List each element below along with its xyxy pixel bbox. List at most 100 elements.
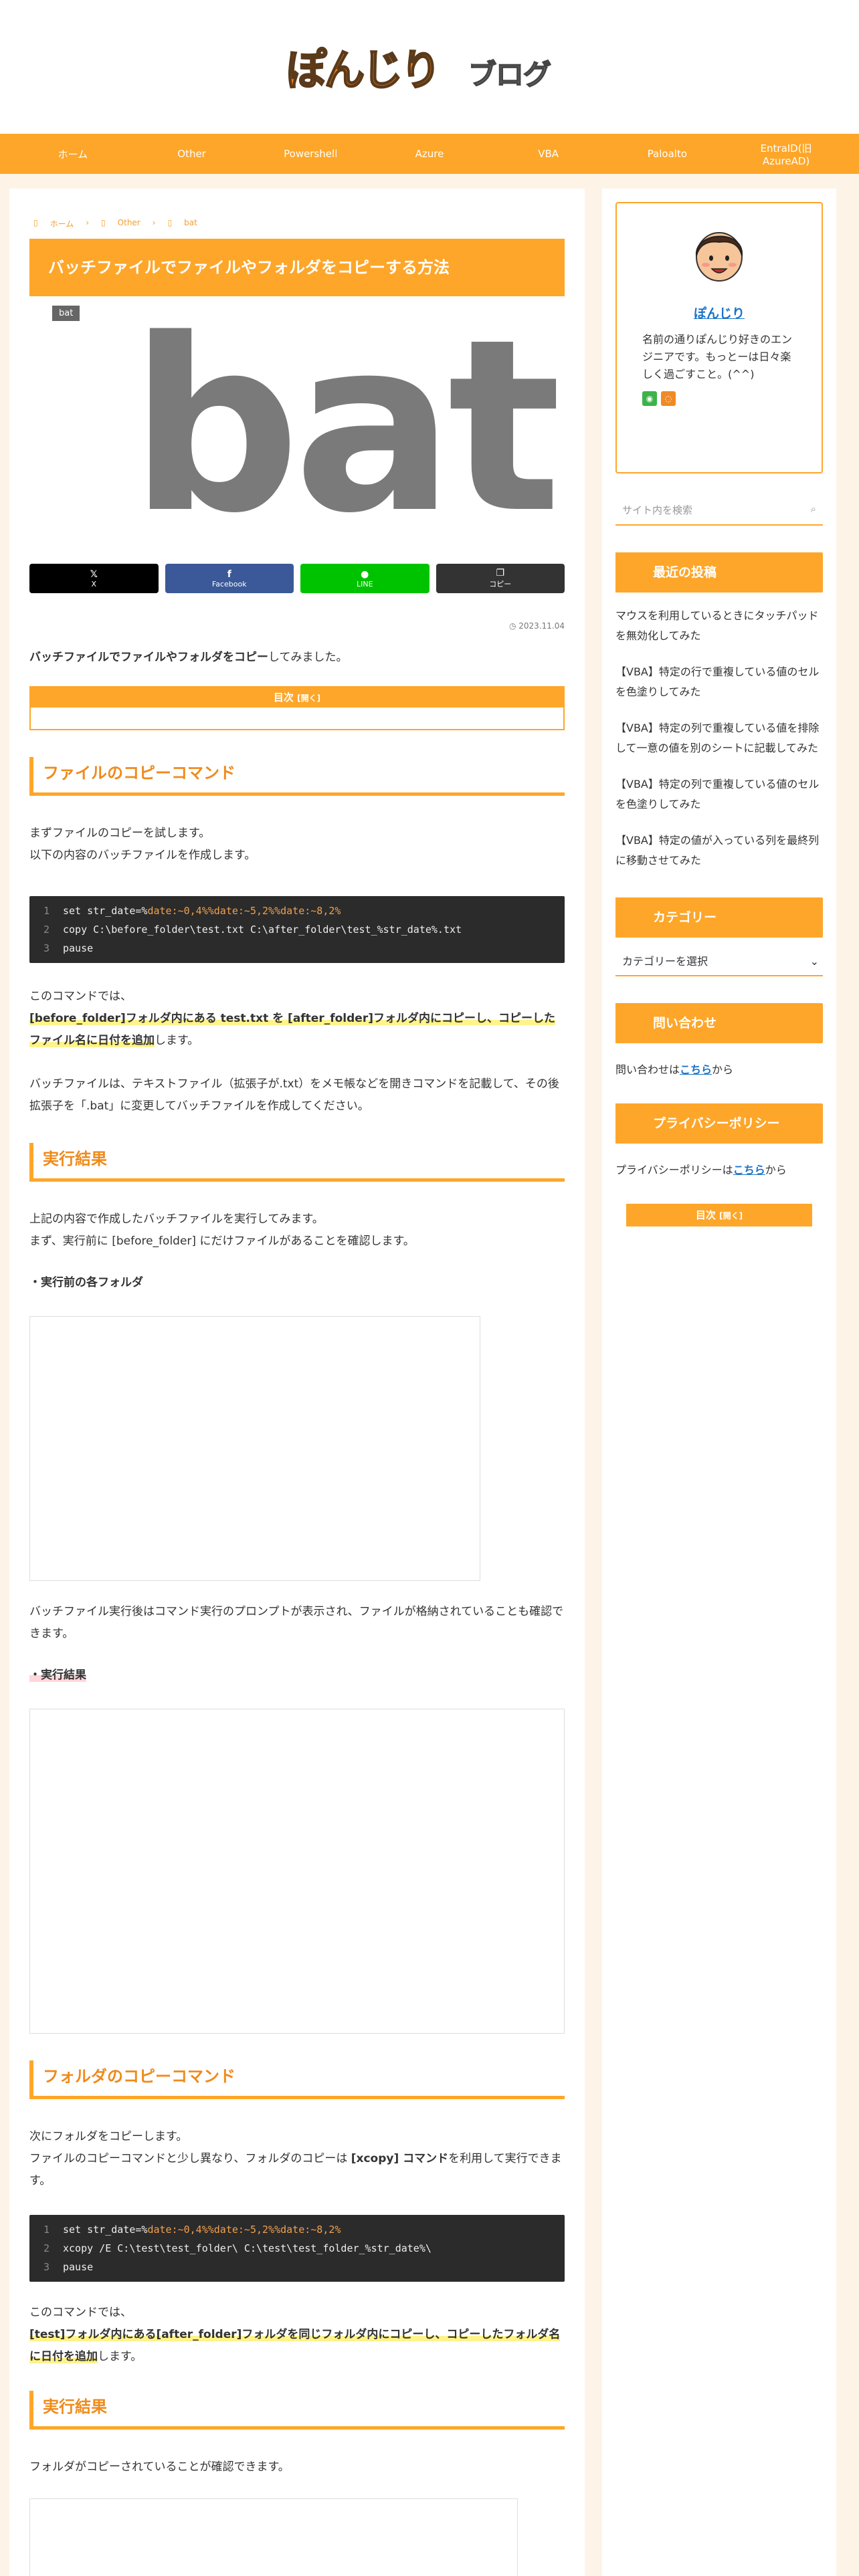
privacy-text-a: プライバシーポリシーは <box>615 1164 733 1176</box>
share-label: X <box>91 579 97 588</box>
code-line: 2 copy C:\before_folder\test.txt C:\after… <box>43 924 462 936</box>
logo-word: ぽんじり <box>286 45 442 96</box>
text-line: 次にフォルダをコピーします。 <box>29 2130 188 2143</box>
nav-item-vba[interactable]: VBA <box>502 148 595 160</box>
paragraph: 次にフォルダをコピーします。 ファイルのコピーコマンドと少し異なり、フォルダのコピ… <box>29 2126 565 2192</box>
sidebar-toc-toggle[interactable]: 目次 [開く] <box>626 1204 812 1226</box>
sub-heading: ・実行結果 <box>29 1665 86 1682</box>
share-line-button[interactable]: ● LINE <box>300 564 430 593</box>
folder-icon: ▯ <box>101 218 106 227</box>
eyecatch-text: bat <box>130 288 561 565</box>
global-nav: ホーム Other Powershell Azure VBA Paloalto … <box>0 134 859 174</box>
chevron-down-icon: ⌄ <box>809 955 819 968</box>
paragraph: フォルダがコピーされていることが確認できます。 <box>29 2460 290 2474</box>
lead-rest: してみました。 <box>268 651 348 664</box>
x-icon: 𝕏 <box>90 568 98 580</box>
share-copy-button[interactable]: ❐ コピー <box>436 564 565 593</box>
category-select-value: カテゴリーを選択 <box>622 955 708 968</box>
section-heading: ファイルのコピーコマンド <box>29 757 565 796</box>
highlighted-text: [before_folder]フォルダ内にある test.txt を [afte… <box>29 1012 555 1047</box>
bold-text: [xcopy] コマンド <box>351 2152 449 2165</box>
code-line: 3 pause <box>43 942 94 954</box>
nav-item-home[interactable]: ホーム <box>26 147 120 161</box>
toc-open: [開く] <box>719 1211 743 1220</box>
recent-post-link[interactable]: 【VBA】特定の値が入っている列を最終列に移動させてみた <box>615 831 823 871</box>
recent-post-link[interactable]: 【VBA】特定の列で重複している値のセルを色塗りしてみた <box>615 774 823 815</box>
lead-paragraph: バッチファイルでファイルやフォルダをコピーしてみました。 <box>29 647 565 669</box>
share-buttons: 𝕏X f Facebook ● LINE ❐ コピー <box>29 564 565 593</box>
post-date: ◷ 2023.11.04 <box>29 621 565 631</box>
nav-item-azure[interactable]: Azure <box>383 148 476 160</box>
recent-post-link[interactable]: マウスを利用しているときにタッチパッドを無効化してみた <box>615 606 823 646</box>
recent-post-link[interactable]: 【VBA】特定の行で重複している値のセルを色塗りしてみた <box>615 662 823 702</box>
profile-description: 名前の通りぽんじり好きのエンジニアです。もっとーは日々楽しく過ごすこと。(^^) <box>642 333 793 381</box>
code-block[interactable]: 1 set str_date=%date:~0,4%%date:~5,2%%dat… <box>29 2215 565 2282</box>
search-placeholder: サイト内を検索 <box>622 504 693 516</box>
nav-item-paloalto[interactable]: Paloalto <box>620 148 714 160</box>
nav-item-other[interactable]: Other <box>145 148 239 160</box>
search-input[interactable]: サイト内を検索 ⌕ <box>615 500 823 526</box>
contact-text: 問い合わせはこちらから <box>615 1061 823 1077</box>
toc-label: 目次 <box>695 1209 716 1221</box>
widget-title-contact: 問い合わせ <box>615 1003 823 1043</box>
share-label: LINE <box>356 579 373 588</box>
share-x-button[interactable]: 𝕏X <box>29 564 159 593</box>
widget-title-category: カテゴリー <box>615 897 823 938</box>
toc-label: 目次 <box>273 691 294 704</box>
paragraph: 上記の内容で作成したバッチファイルを実行してみます。まず、実行前に [befor… <box>29 1208 565 1253</box>
category-select[interactable]: カテゴリーを選択 ⌄ <box>615 947 823 976</box>
lead-bold: バッチファイルでファイルやフォルダをコピー <box>29 651 268 664</box>
contact-text-b: から <box>712 1063 734 1076</box>
text-line: 上記の内容で作成したバッチファイルを実行してみます。 <box>29 1212 324 1226</box>
nav-item-entraid[interactable]: EntraID(旧AzureAD) <box>739 141 833 167</box>
copy-icon: ❐ <box>496 568 505 578</box>
site-header: ぽんじり ブログ <box>0 0 859 134</box>
breadcrumb-other[interactable]: Other <box>118 218 140 229</box>
sidebar: ぽんじり 名前の通りぽんじり好きのエンジニアです。もっとーは日々楽しく過ごすこと… <box>602 189 836 2576</box>
widget-title-recent: 最近の投稿 <box>615 552 823 593</box>
line-icon: ● <box>361 568 369 580</box>
screenshot-image <box>29 1316 480 1581</box>
text-line: まず、実行前に [before_folder] にだけファイルがあることを確認し… <box>29 1235 415 1248</box>
text-line: このコマンドでは、 <box>29 2306 132 2319</box>
text-line: します。 <box>155 1034 199 1047</box>
clock-icon: ◷ <box>508 621 519 631</box>
profile-name-link[interactable]: ぽんじり <box>617 304 822 322</box>
code-line: 3 pause <box>43 2261 94 2273</box>
site-logo[interactable]: ぽんじり ブログ <box>286 35 574 96</box>
privacy-text: プライバシーポリシーはこちらから <box>615 1161 823 1177</box>
widget-title-privacy: プライバシーポリシー <box>615 1103 823 1144</box>
share-label: Facebook <box>211 579 247 588</box>
facebook-icon: f <box>227 568 231 580</box>
breadcrumb-home[interactable]: ホーム <box>50 218 74 229</box>
content-wrap: ▯ ホーム › ▯ Other › ▯ bat バッチファイルでファイルやフォル… <box>0 174 859 2576</box>
table-of-contents[interactable]: 目次 [開く] <box>29 686 565 730</box>
profile-links: ◉ ◌ <box>617 383 822 414</box>
section-heading: 実行結果 <box>29 1143 565 1182</box>
text-line: まずファイルのコピーを試します。 <box>29 827 211 840</box>
nav-item-powershell[interactable]: Powershell <box>264 148 357 160</box>
recent-post-link[interactable]: 【VBA】特定の列で重複している値を排除して一意の値を別のシートに記載してみた <box>615 718 823 758</box>
sub-heading: ・実行前の各フォルダ <box>29 1276 143 1289</box>
contact-link[interactable]: こちら <box>680 1063 712 1076</box>
rss-icon[interactable]: ◌ <box>661 391 676 406</box>
toc-open: [開く] <box>297 693 321 703</box>
share-facebook-button[interactable]: f Facebook <box>165 564 294 593</box>
code-block[interactable]: 1 set str_date=%date:~0,4%%date:~5,2%%dat… <box>29 896 565 963</box>
folder-icon: ▯ <box>167 218 173 227</box>
code-line: 1 set str_date=%date:~0,4%%date:~5,2%%dat… <box>43 905 341 917</box>
breadcrumb: ▯ ホーム › ▯ Other › ▯ bat <box>29 218 565 229</box>
privacy-link[interactable]: こちら <box>733 1164 765 1176</box>
feedly-icon[interactable]: ◉ <box>642 391 657 406</box>
paragraph: バッチファイルは、テキストファイル（拡張子が.txt）をメモ帳などを開きコマンド… <box>29 1077 559 1113</box>
paragraph: まずファイルのコピーを試します。 以下の内容のバッチファイルを作成します。 <box>29 823 565 867</box>
toc-toggle[interactable]: 目次 [開く] <box>31 687 563 708</box>
screenshot-image <box>29 2498 518 2576</box>
post-date-value: 2023.11.04 <box>518 621 565 631</box>
breadcrumb-bat[interactable]: bat <box>184 218 197 229</box>
category-badge[interactable]: bat <box>52 306 80 321</box>
search-icon[interactable]: ⌕ <box>811 503 816 522</box>
main-article: ▯ ホーム › ▯ Other › ▯ bat バッチファイルでファイルやフォル… <box>9 189 585 2576</box>
share-label: コピー <box>489 580 512 588</box>
privacy-text-b: から <box>765 1164 787 1176</box>
